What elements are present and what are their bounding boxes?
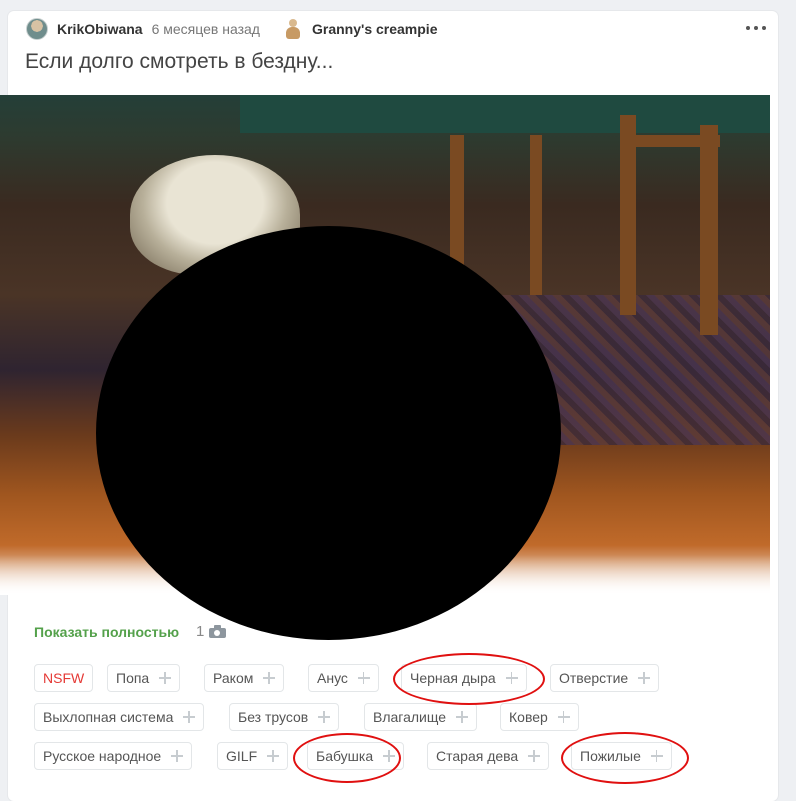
tag-old-maid[interactable]: Старая дева: [427, 742, 550, 770]
show-more-link[interactable]: Показать полностью: [34, 624, 179, 640]
tag-vagina[interactable]: Влагалище: [364, 703, 478, 731]
author-avatar[interactable]: [26, 18, 48, 40]
tag-carpet[interactable]: Ковер: [500, 703, 579, 731]
tag-opening[interactable]: Отверстие: [550, 664, 660, 692]
community-link[interactable]: Granny's creampie: [312, 21, 438, 37]
community-avatar-icon[interactable]: [284, 18, 302, 40]
tag-label: Отверстие: [559, 670, 629, 686]
photo-count: 1: [196, 623, 227, 640]
tag-label: Ковер: [509, 709, 548, 725]
tag-label: Русское народное: [43, 748, 162, 764]
tag-rakom[interactable]: Раком: [204, 664, 285, 692]
post-header: KrikObiwana 6 месяцев назад Granny's cre…: [26, 18, 438, 40]
tag-label: Раком: [213, 670, 254, 686]
post-time: 6 месяцев назад: [151, 21, 260, 37]
plus-icon[interactable]: [357, 672, 370, 684]
camera-icon: [209, 625, 227, 638]
tag-russian-folk[interactable]: Русское народное: [34, 742, 193, 770]
post-title[interactable]: Если долго смотреть в бездну...: [25, 50, 333, 74]
tag-label: Старая дева: [436, 748, 519, 764]
plus-icon[interactable]: [318, 711, 331, 723]
plus-icon[interactable]: [505, 672, 518, 684]
tag-label: Выхлопная система: [43, 709, 174, 725]
tag-anus[interactable]: Анус: [308, 664, 379, 692]
tag-nsfw[interactable]: NSFW: [34, 664, 94, 692]
tag-label: Черная дыра: [410, 670, 496, 686]
tag-black-hole[interactable]: Черная дыра: [401, 664, 527, 692]
tag-label: Анус: [317, 670, 348, 686]
plus-icon[interactable]: [383, 750, 396, 762]
plus-icon[interactable]: [638, 672, 651, 684]
more-icon[interactable]: [746, 24, 766, 32]
plus-icon[interactable]: [528, 750, 541, 762]
tag-gilf[interactable]: GILF: [217, 742, 289, 770]
tag-elderly[interactable]: Пожилые: [571, 742, 672, 770]
tag-popa[interactable]: Попа: [107, 664, 181, 692]
tag-label: Бабушка: [316, 748, 374, 764]
plus-icon[interactable]: [263, 672, 276, 684]
tag-label: Влагалище: [373, 709, 447, 725]
plus-icon[interactable]: [171, 750, 184, 762]
plus-icon[interactable]: [456, 711, 469, 723]
tag-exhaust[interactable]: Выхлопная система: [34, 703, 205, 731]
tag-label: Без трусов: [238, 709, 309, 725]
tag-label: Попа: [116, 670, 150, 686]
plus-icon[interactable]: [159, 672, 172, 684]
tag-label: NSFW: [43, 670, 85, 686]
plus-icon[interactable]: [557, 711, 570, 723]
image-table: [240, 95, 770, 133]
tag-label: Пожилые: [580, 748, 641, 764]
plus-icon[interactable]: [650, 750, 663, 762]
photo-count-value: 1: [196, 623, 205, 640]
plus-icon[interactable]: [267, 750, 280, 762]
author-link[interactable]: KrikObiwana: [57, 21, 143, 37]
tag-no-panties[interactable]: Без трусов: [229, 703, 340, 731]
tag-grandma[interactable]: Бабушка: [307, 742, 405, 770]
plus-icon[interactable]: [183, 711, 196, 723]
censor-circle: [96, 226, 561, 640]
tag-label: GILF: [226, 748, 258, 764]
